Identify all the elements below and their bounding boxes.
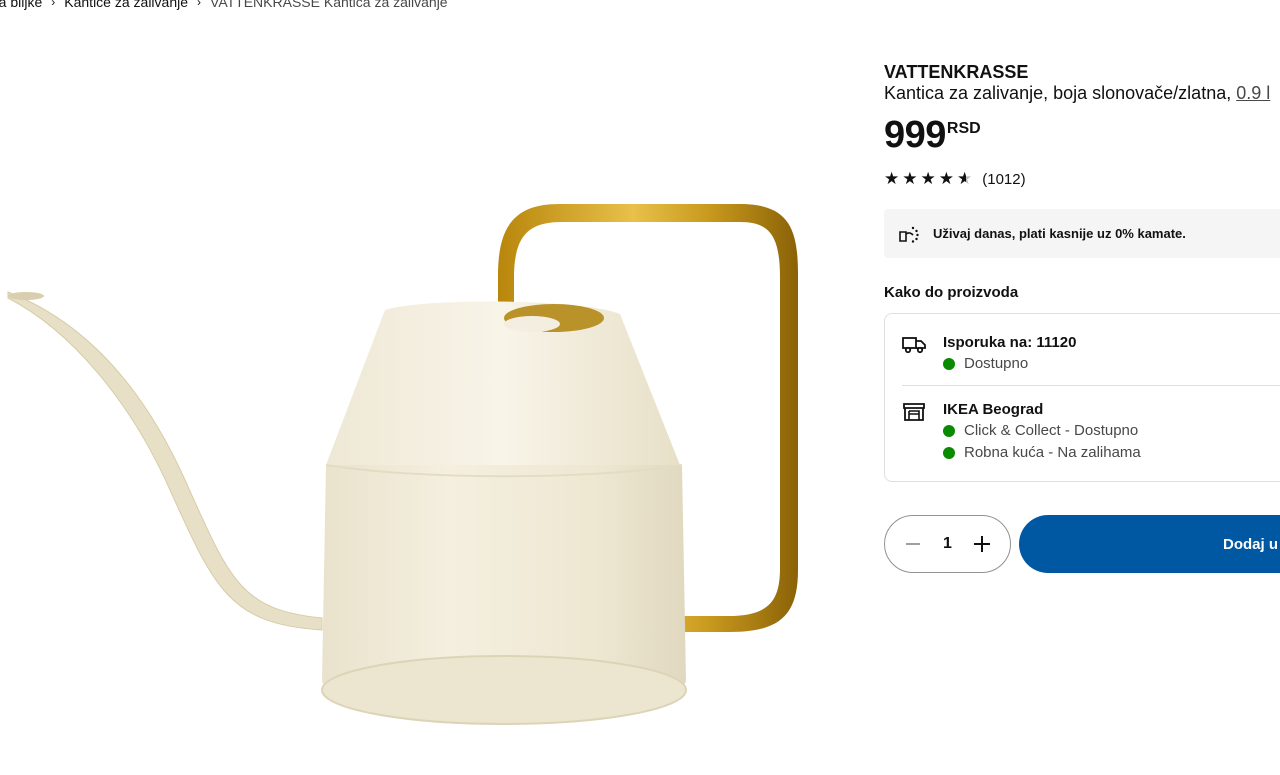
star-icon: ★ [902,169,918,188]
store-row[interactable]: IKEA Beograd Click & Collect - Dostupno … [902,400,1141,464]
status-dot [943,358,955,370]
delivery-status: Dostupno [943,353,1076,375]
divider [902,385,1280,386]
delivery-status-text: Dostupno [964,355,1029,372]
store-status-collect: Click & Collect - Dostupno [943,420,1141,442]
installment-promo[interactable]: Uživaj danas, plati kasnije uz 0% kamate… [884,209,1280,258]
store-status-collect-text: Click & Collect - Dostupno [964,422,1139,439]
minus-icon [906,543,920,545]
watering-can-image [7,204,798,725]
breadcrumb-current: VATTENKRASSE Kantica za zalivanje [210,0,448,10]
store-status-stock: Robna kuća - Na zalihama [943,442,1141,464]
status-dot [943,447,955,459]
size-link[interactable]: 0.9 l [1236,83,1270,103]
product-description: Kantica za zalivanje, boja slonovače/zla… [884,83,1270,104]
rating[interactable]: ★ ★ ★ ★ ★ (1012) [884,170,1026,188]
availability-box: Isporuka na: 11120 Dostupno IKEA Beograd… [884,313,1280,482]
decrease-quantity-button[interactable] [903,534,923,554]
chevron-right-icon: › [197,0,202,9]
price-currency: RSD [946,120,981,137]
delivery-row[interactable]: Isporuka na: 11120 Dostupno [902,333,1076,375]
price-amount: 999 [884,114,946,156]
delivery-title: Isporuka na: 11120 [943,334,1077,351]
review-count[interactable]: (1012) [982,171,1025,188]
installment-icon [898,223,920,245]
add-to-cart-button[interactable]: Dodaj u korpu [1019,515,1280,573]
store-status-stock-text: Robna kuća - Na zalihama [964,444,1141,461]
product-name: VATTENKRASSE [884,62,1029,82]
star-icon: ★ [884,169,900,188]
breadcrumb: e za biljke › Kantice za zalivanje › VAT… [0,0,448,10]
increase-quantity-button[interactable] [972,534,992,554]
plus-icon [974,536,990,552]
breadcrumb-item-watering-cans[interactable]: Kantice za zalivanje [64,0,188,10]
status-dot [943,425,955,437]
product-description-text: Kantica za zalivanje, boja slonovače/zla… [884,83,1237,103]
product-image[interactable] [0,190,820,750]
product-price: 999 RSD [884,112,981,158]
rating-stars: ★ ★ ★ ★ ★ [884,170,972,188]
product-info-panel: VATTENKRASSE Kantica za zalivanje, boja … [884,0,1280,775]
store-title: IKEA Beograd [943,401,1044,418]
star-half-icon: ★ [957,169,973,188]
star-icon: ★ [938,169,954,188]
breadcrumb-item-plant-pots[interactable]: e za biljke [0,0,42,10]
promo-text: Uživaj danas, plati kasnije uz 0% kamate… [933,226,1186,241]
availability-title: Kako do proizvoda [884,284,1019,301]
quantity-value[interactable]: 1 [943,535,952,553]
quantity-stepper: 1 [884,515,1011,573]
chevron-right-icon: › [51,0,56,9]
star-icon: ★ [920,169,936,188]
truck-icon [902,333,926,357]
store-icon [902,400,926,424]
